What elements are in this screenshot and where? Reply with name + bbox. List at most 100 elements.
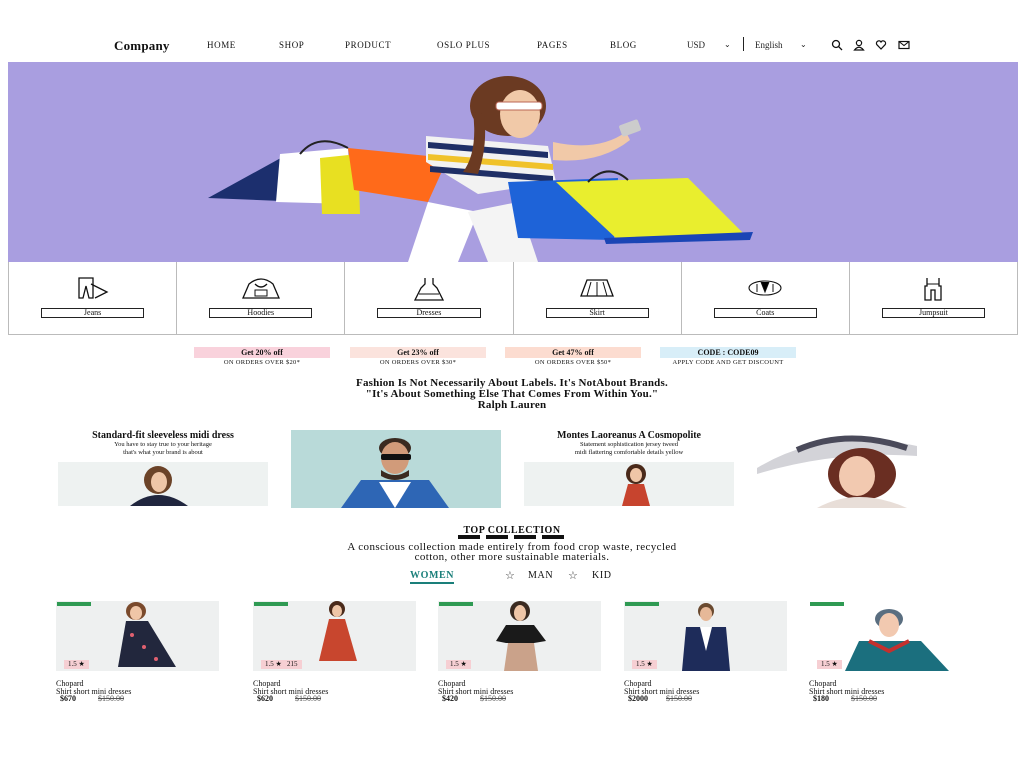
category-label[interactable]: Dresses: [377, 308, 481, 318]
category-label[interactable]: Hoodies: [209, 308, 313, 318]
feature-title[interactable]: Montes Laoreanus A Cosmopolite: [524, 430, 734, 441]
promo-title: Get 47% off: [505, 347, 641, 358]
product-image[interactable]: 1.5 ★: [624, 601, 787, 671]
section-title-underline: [458, 535, 564, 539]
star-icon: ★: [460, 660, 467, 668]
section-description-line: cotton, other more sustainable materials…: [414, 551, 610, 563]
chevron-down-icon[interactable]: ⌄: [800, 40, 807, 49]
currency-select[interactable]: USD: [687, 40, 705, 50]
product-old-price: $150.00: [666, 694, 692, 703]
product-old-price: $150.00: [98, 694, 124, 703]
rating-badge: 1.5 ★: [817, 660, 842, 669]
chevron-down-icon[interactable]: ⌄: [724, 40, 731, 49]
product-price: $420: [442, 694, 458, 703]
promo-item[interactable]: CODE : CODE09 APPLY CODE AND GET DISCOUN…: [660, 347, 796, 366]
promo-item[interactable]: Get 47% off ON ORDERS OVER $50*: [505, 347, 641, 366]
product-price: $670: [60, 694, 76, 703]
user-icon[interactable]: [853, 39, 865, 51]
rating-value: 1.5: [636, 660, 645, 668]
new-badge: [57, 602, 91, 606]
dress-icon: [413, 278, 444, 301]
nav-shop[interactable]: SHOP: [279, 40, 304, 50]
promo-subtitle: ON ORDERS OVER $20*: [223, 359, 301, 366]
category-coats[interactable]: Coats: [682, 262, 850, 334]
new-badge: [254, 602, 288, 606]
category-label[interactable]: Jumpsuit: [881, 308, 986, 318]
rating-count: 215: [287, 660, 298, 668]
category-dresses[interactable]: Dresses: [345, 262, 514, 334]
product-price: $180: [813, 694, 829, 703]
promo-item[interactable]: Get 23% off ON ORDERS OVER $30*: [350, 347, 486, 366]
feature-subtitle-line: You have to stay true to your heritage: [114, 441, 212, 448]
product-card[interactable]: 1.5 ★ Chopard Shirt short mini dresses $…: [809, 601, 972, 703]
tab-women[interactable]: WOMEN: [410, 570, 455, 584]
jumpsuit-icon: [924, 278, 943, 301]
rating-badge: 1.5 ★: [632, 660, 657, 669]
section-description: A conscious collection made entirely fro…: [0, 542, 1024, 563]
nav-pages[interactable]: PAGES: [537, 40, 568, 50]
category-skirt[interactable]: Skirt: [514, 262, 682, 334]
star-icon: ★: [275, 660, 282, 668]
jeans-icon: [77, 277, 109, 299]
brand-quote: Fashion Is Not Necessarily About Labels.…: [0, 378, 1024, 411]
rating-value: 1.5: [821, 660, 830, 668]
product-card[interactable]: 1.5 ★ 215 Chopard Shirt short mini dress…: [253, 601, 416, 703]
feature-image-denim-man[interactable]: [291, 430, 501, 508]
rating-badge: 1.5 ★: [64, 660, 89, 669]
promo-subtitle: APPLY CODE AND GET DISCOUNT: [672, 359, 784, 366]
product-image[interactable]: 1.5 ★: [809, 601, 972, 671]
star-icon: ☆: [505, 570, 515, 582]
product-card[interactable]: 1.5 ★ Chopard Shirt short mini dresses $…: [438, 601, 601, 703]
category-label[interactable]: Coats: [713, 308, 817, 318]
top-nav: Company HOME SHOP PRODUCT OSLO PLUS PAGE…: [0, 36, 1024, 56]
new-badge: [625, 602, 659, 606]
category-jeans[interactable]: Jeans: [9, 262, 178, 334]
tab-man[interactable]: MAN: [528, 570, 553, 581]
product-image[interactable]: 1.5 ★: [56, 601, 219, 671]
product-price: $2000: [628, 694, 648, 703]
rating-value: 1.5: [450, 660, 459, 668]
logo[interactable]: Company: [114, 38, 170, 54]
promo-strip: Get 20% off ON ORDERS OVER $20* Get 23% …: [0, 347, 1024, 369]
new-badge: [439, 602, 473, 606]
category-jumpsuit[interactable]: Jumpsuit: [850, 262, 1019, 334]
nav-product[interactable]: PRODUCT: [345, 40, 391, 50]
product-old-price: $150.00: [480, 694, 506, 703]
promo-item[interactable]: Get 20% off ON ORDERS OVER $20*: [194, 347, 330, 366]
promo-subtitle: ON ORDERS OVER $50*: [534, 359, 612, 366]
category-label[interactable]: Skirt: [545, 308, 649, 318]
heart-icon[interactable]: [875, 39, 887, 51]
nav-divider: [743, 37, 744, 51]
coat-icon: [748, 280, 782, 296]
product-old-price: $150.00: [295, 694, 321, 703]
nav-oslo-plus[interactable]: OSLO PLUS: [437, 40, 490, 50]
feature-title[interactable]: Standard-fit sleeveless midi dress: [58, 430, 268, 441]
nav-home[interactable]: HOME: [207, 40, 236, 50]
star-icon: ★: [78, 660, 85, 668]
language-select[interactable]: English: [755, 40, 783, 50]
product-card[interactable]: 1.5 ★ Chopard Shirt short mini dresses $…: [56, 601, 219, 703]
product-old-price: $150.00: [851, 694, 877, 703]
rating-badge: 1.5 ★ 215: [261, 660, 302, 669]
mail-icon[interactable]: [898, 39, 910, 51]
product-card[interactable]: 1.5 ★ Chopard Shirt short mini dresses $…: [624, 601, 787, 703]
category-label[interactable]: Jeans: [41, 308, 145, 318]
category-strip: Jeans Hoodies Dresses Skirt Coats Jumpsu…: [8, 262, 1019, 335]
promo-subtitle: ON ORDERS OVER $30*: [379, 359, 457, 366]
tab-kid[interactable]: KID: [592, 570, 612, 581]
feature-subtitle-line: that's what your brand is about: [123, 449, 203, 456]
product-price: $620: [257, 694, 273, 703]
category-hoodies[interactable]: Hoodies: [177, 262, 346, 334]
nav-blog[interactable]: BLOG: [610, 40, 637, 50]
feature-image-hat-woman[interactable]: [757, 430, 967, 508]
product-image[interactable]: 1.5 ★ 215: [253, 601, 416, 671]
product-image[interactable]: 1.5 ★: [438, 601, 601, 671]
feature-subtitle: Statement sophistication jersey tweed mi…: [524, 441, 734, 457]
feature-image-dress-girl[interactable]: [58, 462, 268, 506]
feature-image-red-dress[interactable]: [524, 462, 734, 506]
hero-banner[interactable]: [8, 62, 1018, 262]
star-icon: ★: [646, 660, 653, 668]
rating-value: 1.5: [68, 660, 77, 668]
new-badge: [810, 602, 844, 606]
search-icon[interactable]: [831, 39, 843, 51]
